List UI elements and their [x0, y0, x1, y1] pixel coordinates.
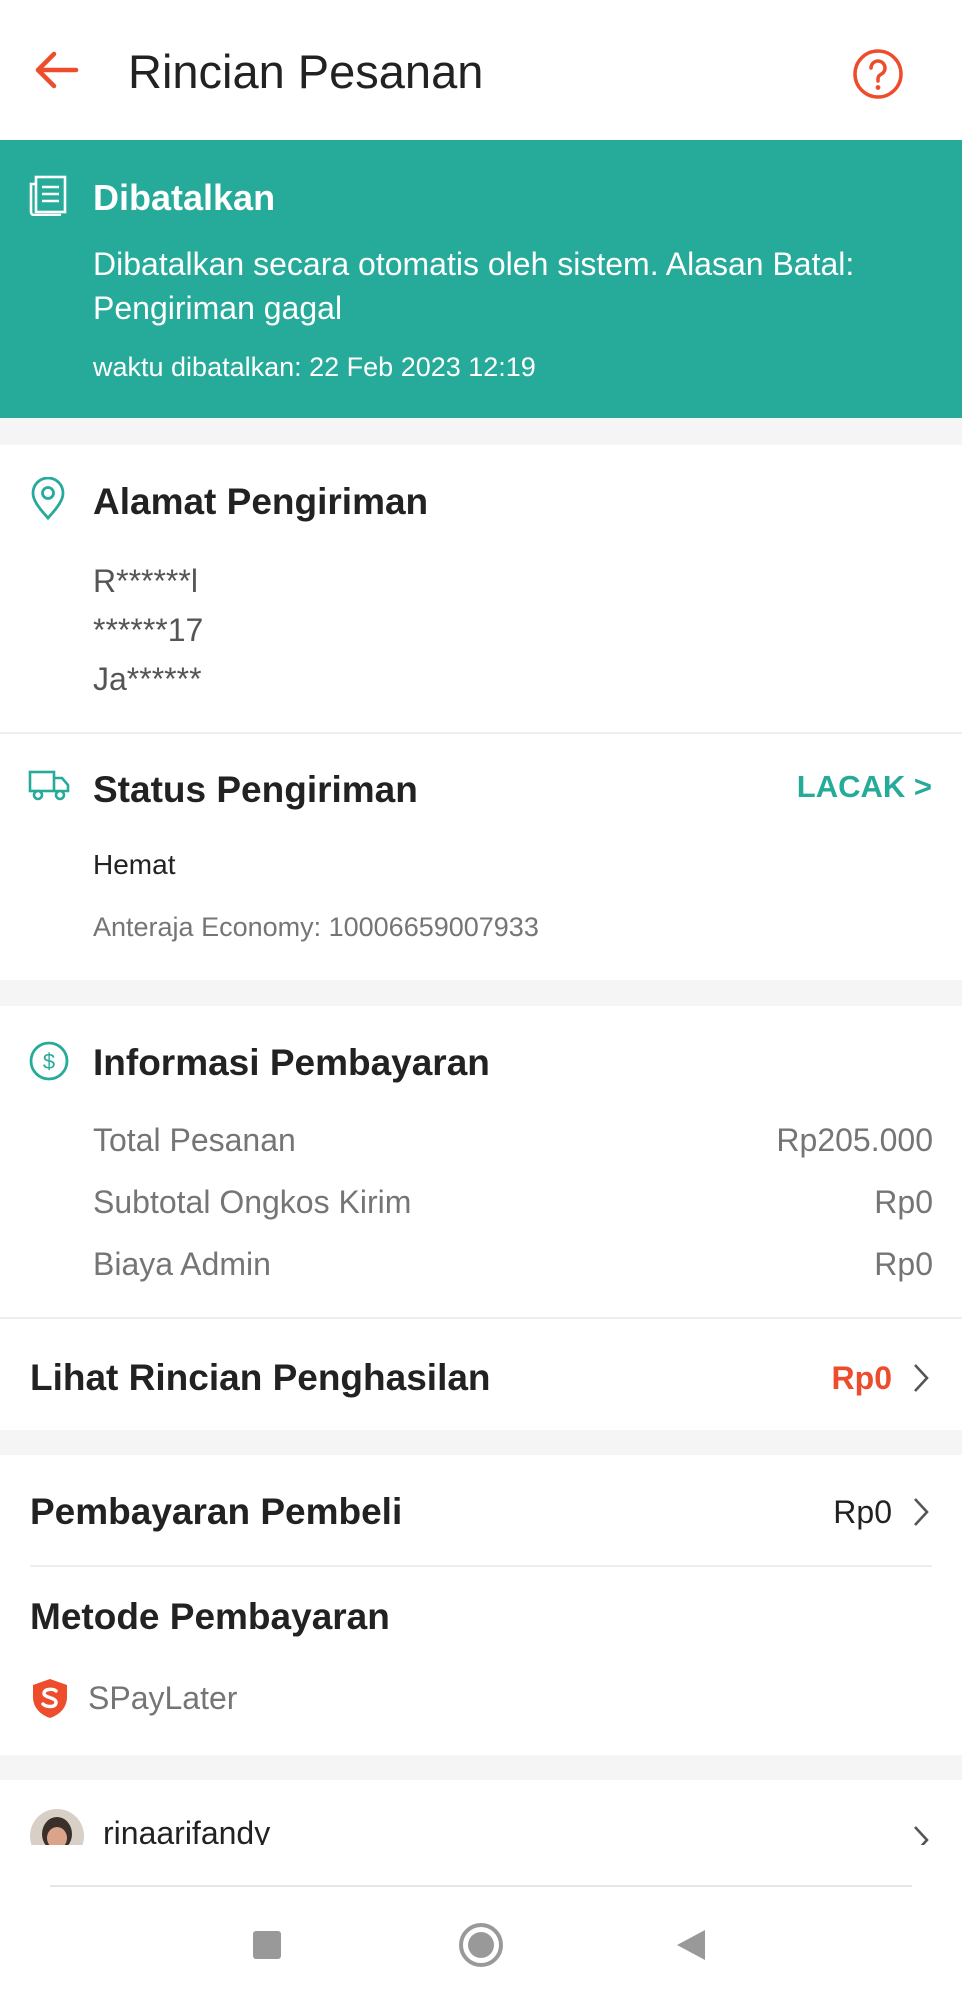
buyer-payment-card: Pembayaran Pembeli Rp0 Metode Pembayaran… [0, 1455, 962, 1755]
income-label: Lihat Rincian Penghasilan [30, 1357, 491, 1398]
buyer-payment-label: Pembayaran Pembeli [30, 1491, 403, 1532]
page-title: Rincian Pesanan [128, 45, 484, 98]
truck-icon [28, 768, 70, 808]
payment-method: SPayLater [30, 1677, 237, 1719]
shipping-title: Status Pengiriman [93, 769, 418, 810]
chevron-right-icon [914, 1498, 929, 1526]
triangle-back-icon [677, 1930, 705, 1960]
address-line: Ja****** [93, 661, 202, 697]
payment-row-value: Rp0 [874, 1184, 933, 1220]
payment-row-value: Rp0 [874, 1246, 933, 1282]
income-details-link[interactable]: Lihat Rincian Penghasilan Rp0 [30, 1342, 932, 1414]
cancel-reason: Dibatalkan secara otomatis oleh sistem. … [93, 246, 855, 326]
address-line: ******17 [93, 612, 204, 648]
help-icon[interactable] [852, 48, 904, 100]
app-bar: Rincian Pesanan [0, 0, 962, 140]
dollar-circle-icon: $ [28, 1040, 69, 1081]
recent-apps-button[interactable] [252, 1930, 282, 1960]
buyer-row[interactable]: rinaarifandy [0, 1780, 962, 1850]
payment-row-label: Biaya Admin [93, 1246, 271, 1282]
avatar [30, 1809, 84, 1850]
track-link[interactable]: LACAK > [797, 769, 932, 805]
tracking-number: Anteraja Economy: 10006659007933 [93, 912, 539, 942]
payment-method-name: SPayLater [88, 1679, 238, 1716]
payment-row: Subtotal Ongkos Kirim Rp0 [93, 1184, 933, 1221]
cancel-time: waktu dibatalkan: 22 Feb 2023 12:19 [93, 352, 536, 382]
address-line: R******l [93, 563, 198, 599]
back-arrow-icon[interactable] [26, 40, 86, 100]
divider [0, 732, 962, 734]
home-circle-icon [459, 1923, 503, 1967]
back-button[interactable] [674, 1928, 708, 1962]
document-icon [28, 174, 68, 217]
payment-row: Total Pesanan Rp205.000 [93, 1122, 933, 1159]
divider [30, 1565, 932, 1567]
payment-row-label: Subtotal Ongkos Kirim [93, 1184, 412, 1220]
system-nav-bar [0, 1845, 962, 2000]
payment-info-title: Informasi Pembayaran [93, 1042, 490, 1083]
location-pin-icon [28, 476, 68, 521]
spaylater-icon [33, 1679, 67, 1718]
buyer-payment-row[interactable]: Pembayaran Pembeli Rp0 [30, 1476, 932, 1548]
buyer-payment-value: Rp0 [833, 1493, 892, 1530]
payment-row-label: Total Pesanan [93, 1122, 296, 1158]
payment-row: Biaya Admin Rp0 [93, 1246, 933, 1283]
shipping-service: Hemat [93, 849, 176, 880]
divider [0, 1317, 962, 1319]
payment-info-card: $ Informasi Pembayaran Total Pesanan Rp2… [0, 1006, 962, 1430]
chevron-right-icon [914, 1364, 929, 1392]
divider [50, 1885, 912, 1887]
cancellation-banner: Dibatalkan Dibatalkan secara otomatis ol… [0, 140, 962, 418]
payment-method-title: Metode Pembayaran [30, 1596, 390, 1637]
payment-row-value: Rp205.000 [776, 1122, 933, 1158]
address-title: Alamat Pengiriman [93, 481, 429, 522]
income-value: Rp0 [831, 1359, 892, 1396]
home-button[interactable] [458, 1922, 504, 1968]
svg-text:$: $ [43, 1049, 55, 1074]
square-icon [253, 1931, 281, 1959]
order-status: Dibatalkan [93, 177, 276, 218]
shipping-card: Alamat Pengiriman R******l ******17 Ja**… [0, 445, 962, 980]
